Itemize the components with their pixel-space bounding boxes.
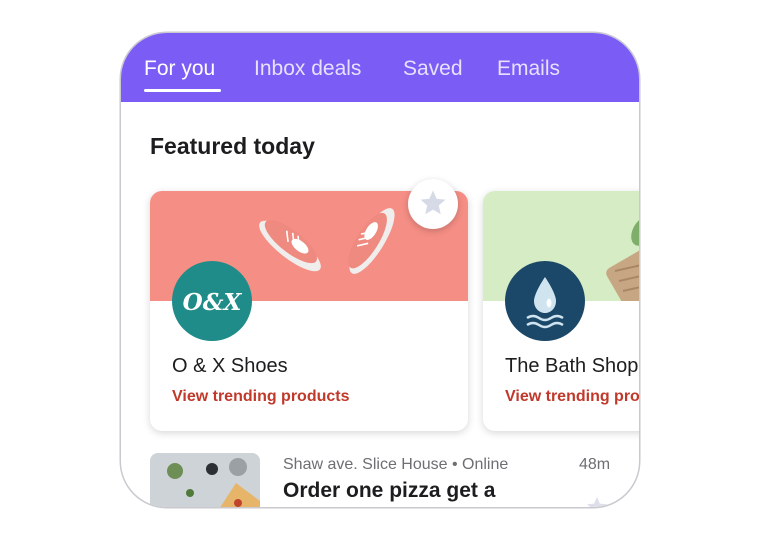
deal-title[interactable]: Order one pizza get a [283, 479, 495, 503]
save-star-button[interactable] [408, 179, 458, 229]
tab-inbox-deals[interactable]: Inbox deals [254, 57, 361, 81]
logo-lettering: O&X [183, 289, 243, 316]
tab-saved[interactable]: Saved [403, 57, 463, 81]
view-trending-products-link[interactable]: View trending products [505, 388, 639, 406]
deal-timestamp: 48m [579, 456, 611, 473]
deal-merchant-info: Shaw ave. Slice House • Online [283, 456, 509, 473]
phone-frame: For you Inbox deals Saved Emails Feature… [121, 33, 639, 507]
ox-shoes-logo: O&X [172, 261, 252, 341]
active-tab-indicator [144, 89, 221, 92]
tab-emails[interactable]: Emails [497, 57, 560, 81]
card-title: The Bath Shop [505, 355, 639, 377]
featured-card-bath-shop[interactable]: The Bath Shop View trending products [483, 191, 639, 431]
star-icon[interactable] [585, 495, 609, 507]
section-title: Featured today [150, 133, 315, 159]
tab-bar: For you Inbox deals Saved Emails [121, 33, 639, 102]
view-trending-products-link[interactable]: View trending products [172, 388, 350, 406]
star-icon [420, 190, 446, 215]
tab-for-you[interactable]: For you [144, 57, 215, 81]
water-drop-logo [505, 261, 585, 341]
card-title: O & X Shoes [172, 355, 288, 377]
featured-card-ox-shoes[interactable]: O&X O & X Shoes View trending products [150, 191, 468, 431]
pizza-image [150, 453, 260, 507]
